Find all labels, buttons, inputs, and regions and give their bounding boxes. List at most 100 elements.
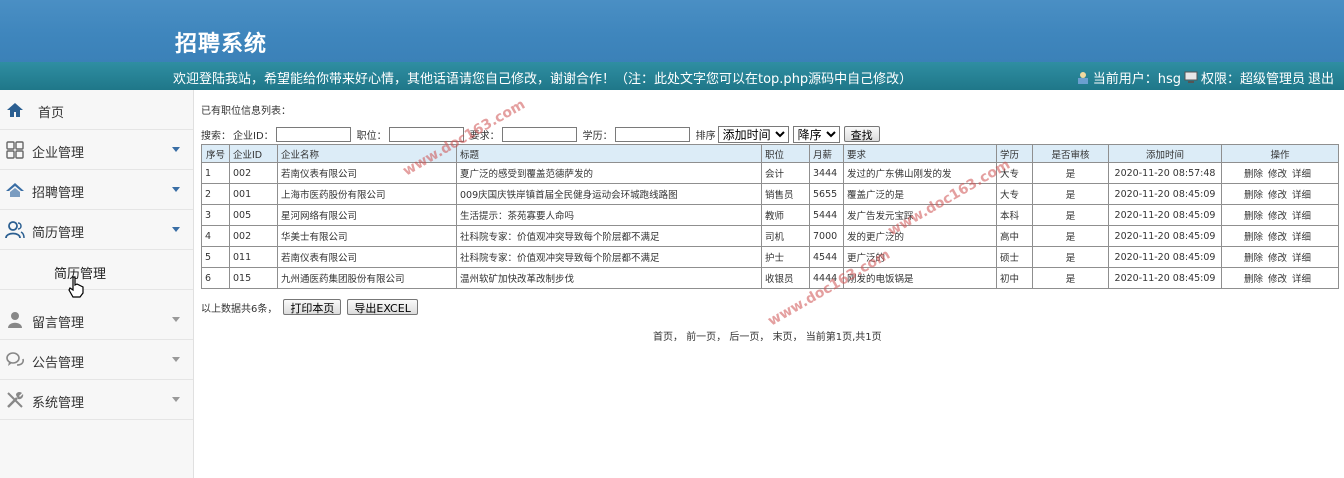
table-cell: 发的更广泛的: [843, 225, 997, 247]
detail-link[interactable]: 详细: [1292, 169, 1311, 180]
table-cell: 2020-11-20 08:45:09: [1108, 225, 1222, 247]
sidebar: 首页 企业管理 招聘管理 简历管理 简历管理 留言管理 公告管理 系统管理: [0, 90, 194, 478]
sidebar-item-system[interactable]: 系统管理: [0, 380, 193, 420]
sidebar-item-notice[interactable]: 公告管理: [0, 340, 193, 380]
table-cell: 4: [201, 225, 230, 247]
education-input[interactable]: [614, 126, 690, 142]
edit-link[interactable]: 修改: [1268, 190, 1287, 201]
column-header: 要求: [843, 144, 997, 163]
detail-link[interactable]: 详细: [1292, 253, 1311, 264]
print-button[interactable]: 打印本页: [283, 299, 342, 315]
detail-link[interactable]: 详细: [1292, 190, 1311, 201]
pager-prev[interactable]: 前一页: [686, 332, 716, 343]
grid-icon: [6, 141, 24, 159]
position-input[interactable]: [388, 126, 464, 142]
user-area: 当前用户：hsg 权限：超级管理员 退出: [1076, 68, 1334, 87]
company-id-input[interactable]: [275, 126, 351, 142]
delete-link[interactable]: 删除: [1244, 190, 1263, 201]
search-bar: 搜索： 企业ID： 职位： 要求： 学历： 排序 添加时间 降序 查找: [201, 125, 880, 143]
table-cell: 2020-11-20 08:45:09: [1108, 204, 1222, 226]
sidebar-item-label: 公告管理: [32, 356, 85, 371]
table-cell: 九州通医药集团股份有限公司: [277, 267, 457, 289]
detail-link[interactable]: 详细: [1292, 232, 1311, 243]
column-header: 操作: [1221, 144, 1339, 163]
table-cell: 司机: [761, 225, 810, 247]
table-cell: 3: [201, 204, 230, 226]
requirement-label: 要求：: [469, 130, 500, 142]
search-button[interactable]: 查找: [843, 126, 880, 142]
chevron-down-icon: [172, 357, 180, 362]
pager-last[interactable]: 末页: [773, 332, 793, 343]
chevron-down-icon: [172, 227, 180, 232]
table-cell: 2020-11-20 08:45:09: [1108, 183, 1222, 205]
sort-order-select[interactable]: 降序: [792, 125, 840, 143]
user-icon: [8, 312, 22, 328]
sidebar-item-message[interactable]: 留言管理: [0, 300, 193, 340]
sidebar-item-home[interactable]: 首页: [0, 90, 193, 130]
edit-link[interactable]: 修改: [1268, 232, 1287, 243]
table-cell: 2: [201, 183, 230, 205]
table-cell: 3444: [809, 162, 844, 184]
pager-sep: ，: [716, 332, 727, 343]
requirement-input[interactable]: [501, 126, 577, 142]
table-cell: 2020-11-20 08:45:09: [1108, 267, 1222, 289]
sort-field-select[interactable]: 添加时间: [717, 125, 789, 143]
column-header: 标题: [456, 144, 762, 163]
edit-link[interactable]: 修改: [1268, 169, 1287, 180]
pager-next[interactable]: 后一页: [729, 332, 759, 343]
table-cell: 是: [1032, 246, 1109, 268]
pager-first[interactable]: 首页: [653, 332, 673, 343]
column-header: 职位: [761, 144, 810, 163]
sidebar-item-company[interactable]: 企业管理: [0, 130, 193, 170]
sidebar-item-recruit[interactable]: 招聘管理: [0, 170, 193, 210]
detail-link[interactable]: 详细: [1292, 274, 1311, 285]
table-cell: 发过的广东佛山刚发的发: [843, 162, 997, 184]
table-cell: 发广告发元宝踩: [843, 204, 997, 226]
jobs-table: 序号 企业ID 企业名称 标题 职位 月薪 要求 学历 是否审核 添加时间 操作…: [201, 144, 1339, 289]
delete-link[interactable]: 删除: [1244, 211, 1263, 222]
sidebar-item-label: 留言管理: [32, 316, 85, 331]
sidebar-item-resume[interactable]: 简历管理: [0, 210, 193, 250]
table-cell: 社科院专家：价值观冲突导致每个阶层都不满足: [456, 225, 762, 247]
table-cell: 005: [229, 204, 278, 226]
table-cell: 2020-11-20 08:45:09: [1108, 246, 1222, 268]
delete-link[interactable]: 删除: [1244, 274, 1263, 285]
column-header: 是否审核: [1032, 144, 1109, 163]
table-cell: 011: [229, 246, 278, 268]
delete-link[interactable]: 删除: [1244, 169, 1263, 180]
table-cell: 护士: [761, 246, 810, 268]
table-cell: 社科院专家：价值观冲突导致每个阶层都不满足: [456, 246, 762, 268]
logout-link[interactable]: 退出: [1308, 68, 1334, 87]
table-cell: 大专: [996, 183, 1033, 205]
detail-link[interactable]: 详细: [1292, 211, 1311, 222]
sort-label: 排序: [695, 130, 716, 142]
table-cell-ops: 删除 修改 详细: [1221, 246, 1339, 268]
delete-link[interactable]: 删除: [1244, 232, 1263, 243]
sidebar-subitem-resume[interactable]: 简历管理: [0, 252, 193, 290]
edit-link[interactable]: 修改: [1268, 253, 1287, 264]
current-user-label: 当前用户：hsg: [1092, 72, 1181, 87]
table-cell: 是: [1032, 183, 1109, 205]
edit-link[interactable]: 修改: [1268, 211, 1287, 222]
table-cell: 5: [201, 246, 230, 268]
table-cell: 若南仪表有限公司: [277, 162, 457, 184]
table-cell: 6: [201, 267, 230, 289]
edit-link[interactable]: 修改: [1268, 274, 1287, 285]
table-cell: 夏广泛的感受到覆盖范德萨发的: [456, 162, 762, 184]
sidebar-item-label: 简历管理: [32, 226, 85, 241]
table-cell: 4544: [809, 246, 844, 268]
column-header: 学历: [996, 144, 1033, 163]
table-cell: 015: [229, 267, 278, 289]
table-cell: 生活提示：茶苑寡要人命吗: [456, 204, 762, 226]
table-cell: 5655: [809, 183, 844, 205]
table-cell: 001: [229, 183, 278, 205]
table-cell: 刚发的电饭锅是: [843, 267, 997, 289]
chevron-down-icon: [172, 397, 180, 402]
tools-icon: [7, 391, 24, 408]
export-excel-button[interactable]: 导出EXCEL: [347, 299, 418, 315]
table-cell: 1: [201, 162, 230, 184]
pager-sep: ，: [673, 332, 683, 343]
table-body: 1 002 若南仪表有限公司 夏广泛的感受到覆盖范德萨发的 会计 3444 发过的广东佛山刚…: [201, 162, 1339, 289]
delete-link[interactable]: 删除: [1244, 253, 1263, 264]
user-icon: [1077, 72, 1088, 84]
